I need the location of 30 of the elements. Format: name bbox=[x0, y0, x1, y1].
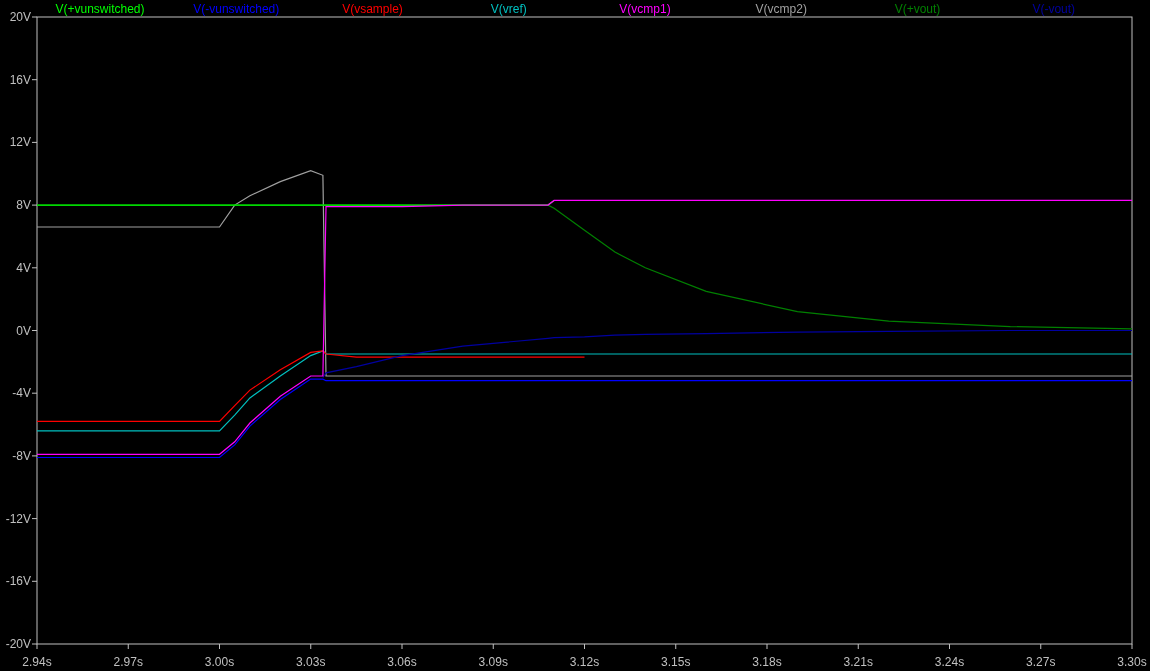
axis-tick-label: 3.00s bbox=[204, 655, 235, 669]
axis-tick-label: -12V bbox=[5, 511, 31, 526]
legend-label[interactable]: V(vcmp1) bbox=[619, 2, 671, 16]
axis-tick-label: 3.30s bbox=[1117, 655, 1147, 669]
axis-tick-label: -8V bbox=[12, 448, 31, 463]
axis-tick-label: 12V bbox=[9, 135, 31, 150]
axis-tick-label: 3.24s bbox=[934, 655, 965, 669]
axis-tick-label: 3.21s bbox=[843, 655, 873, 669]
legend-label[interactable]: V(vsample) bbox=[342, 2, 403, 16]
axis-tick-label: 8V bbox=[16, 198, 31, 213]
legend-label[interactable]: V(vref) bbox=[490, 2, 527, 16]
axis-tick-label: -4V bbox=[12, 386, 31, 401]
legend-label[interactable]: V(vcmp2) bbox=[755, 2, 807, 16]
axis-tick-label: 3.27s bbox=[1026, 655, 1056, 669]
axis-tick-label: 2.97s bbox=[113, 655, 143, 669]
axis-tick-label: 3.18s bbox=[752, 655, 782, 669]
axis-tick-label: 20V bbox=[9, 10, 31, 24]
axis-tick-label: 2.94s bbox=[22, 655, 52, 669]
axis-tick-label: -20V bbox=[5, 637, 31, 651]
axis-tick-label: 3.06s bbox=[387, 655, 417, 669]
axis-tick-label: 0V bbox=[16, 323, 31, 338]
axis-tick-label: 3.15s bbox=[661, 655, 691, 669]
axis-tick-label: 3.12s bbox=[569, 655, 600, 669]
axis-tick-label: 16V bbox=[9, 72, 31, 87]
legend-label[interactable]: V(+vout) bbox=[894, 2, 941, 16]
axis-tick-label: 3.03s bbox=[296, 655, 326, 669]
axis-tick-label: -16V bbox=[5, 574, 31, 589]
axis-tick-label: 3.09s bbox=[478, 655, 508, 669]
axis-tick-label: 4V bbox=[16, 260, 31, 275]
legend-label[interactable]: V(+vunswitched) bbox=[55, 2, 145, 16]
